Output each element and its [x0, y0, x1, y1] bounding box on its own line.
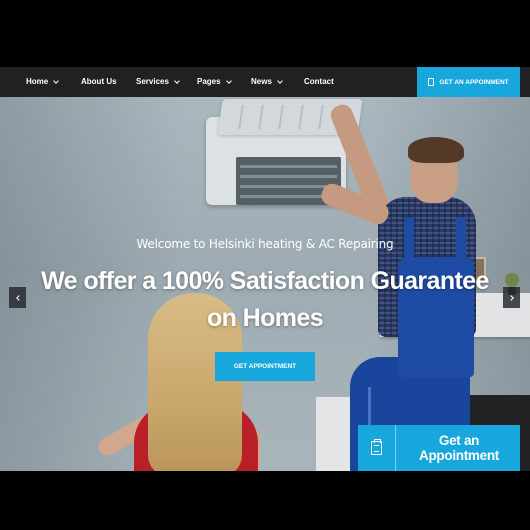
chevron-left-icon: [15, 294, 22, 301]
slider-prev-button[interactable]: [9, 287, 26, 308]
chevron-down-icon: [225, 77, 232, 84]
chevron-down-icon: [53, 77, 60, 84]
sticky-icon-wrap: [358, 425, 396, 471]
nav-appointment-button[interactable]: GET AN APPOINMENT: [417, 67, 520, 97]
nav-item-label: Services: [136, 77, 169, 86]
nav-item-news[interactable]: News: [251, 67, 283, 97]
chevron-down-icon: [277, 77, 283, 84]
get-appointment-button[interactable]: GET APPOINTMENT: [215, 352, 315, 381]
nav-item-label: News: [251, 77, 272, 86]
clipboard-icon: [371, 439, 382, 455]
nav-item-home[interactable]: Home: [26, 67, 60, 97]
sticky-appointment-label: Get an Appointment: [419, 433, 499, 463]
hero-slider: Welcome to Helsinki heating & AC Repairi…: [0, 97, 530, 471]
hero-title: We offer a 100% Satisfaction Guarantee o…: [40, 263, 490, 337]
document-icon: [428, 78, 435, 86]
nav-item-contact[interactable]: Contact: [304, 67, 334, 97]
nav-item-about-us[interactable]: About Us: [81, 67, 117, 97]
chevron-down-icon: [174, 77, 180, 84]
nav-item-services[interactable]: Services: [136, 67, 180, 97]
nav-item-label: Home: [26, 77, 49, 86]
sticky-appointment-button[interactable]: Get an Appointment: [358, 425, 520, 471]
site-frame: Home About Us Services Pages News Contac…: [0, 67, 530, 471]
nav-item-label: About Us: [81, 77, 117, 86]
hero-title-line: We offer a 100% Satisfaction Guarantee: [41, 267, 489, 295]
nav-item-pages[interactable]: Pages: [197, 67, 232, 97]
main-nav: Home About Us Services Pages News Contac…: [0, 67, 530, 97]
nav-item-label: Pages: [197, 77, 221, 86]
chevron-right-icon: [507, 294, 514, 301]
slider-next-button[interactable]: [503, 287, 520, 308]
hero-subtitle: Welcome to Helsinki heating & AC Repairi…: [136, 237, 394, 251]
nav-item-label: Contact: [304, 77, 334, 86]
hero-title-line: on Homes: [206, 304, 324, 332]
nav-appointment-label: GET AN APPOINMENT: [439, 78, 509, 86]
